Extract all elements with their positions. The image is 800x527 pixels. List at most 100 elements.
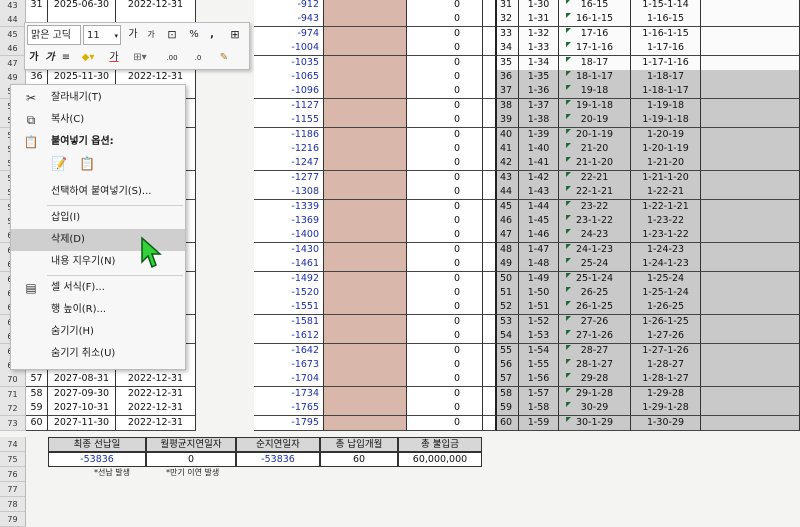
cell-l[interactable]: 1-16-15 xyxy=(631,12,701,28)
cell-l[interactable]: 1-19-1-18 xyxy=(631,113,701,129)
cell-j[interactable]: 1-37 xyxy=(519,98,559,114)
cell-f[interactable] xyxy=(324,401,407,417)
cell-h[interactable] xyxy=(483,142,497,157)
cell-i[interactable]: 43 xyxy=(497,170,519,186)
cell-m[interactable] xyxy=(701,242,800,258)
cell-j[interactable]: 1-49 xyxy=(519,271,559,287)
cell-j[interactable]: 1-31 xyxy=(519,12,559,28)
cell-h[interactable] xyxy=(483,214,497,229)
cell-m[interactable] xyxy=(701,343,800,359)
cell-m[interactable] xyxy=(701,415,800,431)
cell-l[interactable]: 1-23-1-22 xyxy=(631,228,701,244)
cell-g[interactable]: 0 xyxy=(407,415,483,431)
cell-b[interactable]: 2025-06-30 xyxy=(48,0,116,13)
cell-g[interactable]: 0 xyxy=(407,343,483,359)
cell-h[interactable] xyxy=(483,386,497,402)
summary-value[interactable]: -53836 xyxy=(236,452,320,467)
cell-g[interactable]: 0 xyxy=(407,55,483,71)
cell-e[interactable]: -1551 xyxy=(254,300,324,316)
cell-j[interactable]: 1-55 xyxy=(519,358,559,373)
cell-h[interactable] xyxy=(483,257,497,273)
cell-e[interactable]: -1369 xyxy=(254,214,324,229)
row-number[interactable]: 72 xyxy=(0,401,26,417)
fill-color-icon[interactable]: ◆▾ xyxy=(77,48,99,68)
row-number[interactable]: 75 xyxy=(0,452,26,467)
cell-j[interactable]: 1-53 xyxy=(519,329,559,345)
cell-m[interactable] xyxy=(701,113,800,129)
cell-f[interactable] xyxy=(324,358,407,373)
cell-i[interactable]: 54 xyxy=(497,329,519,345)
cell-j[interactable]: 1-42 xyxy=(519,170,559,186)
cell-b[interactable]: 2027-11-30 xyxy=(48,415,116,431)
cell-i[interactable]: 57 xyxy=(497,372,519,388)
cell-l[interactable]: 1-26-1-25 xyxy=(631,314,701,330)
cell-f[interactable] xyxy=(324,98,407,114)
cell-g[interactable]: 0 xyxy=(407,127,483,143)
cell-i[interactable]: 49 xyxy=(497,257,519,273)
cell-m[interactable] xyxy=(701,271,800,287)
row-number[interactable]: 70 xyxy=(0,372,26,388)
cell-g[interactable]: 0 xyxy=(407,300,483,316)
cell-g[interactable]: 0 xyxy=(407,156,483,172)
cell-j[interactable]: 1-33 xyxy=(519,41,559,57)
cell-m[interactable] xyxy=(701,358,800,373)
cell-e[interactable]: -1704 xyxy=(254,372,324,388)
cell-e[interactable]: -1520 xyxy=(254,286,324,301)
cell-f[interactable] xyxy=(324,142,407,157)
cell-i[interactable]: 58 xyxy=(497,386,519,402)
cell-j[interactable]: 1-44 xyxy=(519,199,559,215)
cell-h[interactable] xyxy=(483,300,497,316)
cell-i[interactable]: 56 xyxy=(497,358,519,373)
cell-j[interactable]: 1-59 xyxy=(519,415,559,431)
cell-e[interactable]: -1400 xyxy=(254,228,324,244)
summary-value[interactable]: -53836 xyxy=(48,452,146,467)
cell-c[interactable]: 2022-12-31 xyxy=(116,401,196,417)
cell-l[interactable]: 1-17-16 xyxy=(631,41,701,57)
cell-f[interactable] xyxy=(324,314,407,330)
cell-f[interactable] xyxy=(324,41,407,57)
cell-e[interactable]: -1642 xyxy=(254,343,324,359)
cell-e[interactable]: -1004 xyxy=(254,41,324,57)
cell-i[interactable]: 41 xyxy=(497,142,519,157)
cell-g[interactable]: 0 xyxy=(407,98,483,114)
cell-f[interactable] xyxy=(324,70,407,85)
menu-item-copy[interactable]: ⧉ 복사(C) xyxy=(11,109,185,131)
cell-m[interactable] xyxy=(701,55,800,71)
menu-item-row-height[interactable]: 행 높이(R)... xyxy=(11,299,185,321)
cell-j[interactable]: 1-32 xyxy=(519,26,559,42)
cell-l[interactable]: 1-18-1-17 xyxy=(631,84,701,100)
cell-c[interactable]: 2022-12-31 xyxy=(116,0,196,13)
cell-e[interactable]: -1612 xyxy=(254,329,324,345)
cell-f[interactable] xyxy=(324,343,407,359)
cell-l[interactable]: 1-22-21 xyxy=(631,185,701,201)
cell-j[interactable]: 1-40 xyxy=(519,142,559,157)
cell-f[interactable] xyxy=(324,199,407,215)
cell-g[interactable]: 0 xyxy=(407,41,483,57)
cell-f[interactable] xyxy=(324,0,407,13)
cell-e[interactable]: -1308 xyxy=(254,185,324,201)
cell-f[interactable] xyxy=(324,170,407,186)
align-button[interactable]: ≡ xyxy=(59,48,73,68)
cell-g[interactable]: 0 xyxy=(407,0,483,13)
cell-l[interactable]: 1-16-1-15 xyxy=(631,26,701,42)
cell-e[interactable]: -1096 xyxy=(254,84,324,100)
cell-i[interactable]: 59 xyxy=(497,401,519,417)
cell-e[interactable]: -1734 xyxy=(254,386,324,402)
cell-j[interactable]: 1-50 xyxy=(519,286,559,301)
cell-f[interactable] xyxy=(324,214,407,229)
cell-h[interactable] xyxy=(483,242,497,258)
cell-j[interactable]: 1-54 xyxy=(519,343,559,359)
cell-g[interactable]: 0 xyxy=(407,185,483,201)
cell-l[interactable]: 1-19-18 xyxy=(631,98,701,114)
cell-f[interactable] xyxy=(324,386,407,402)
cell-m[interactable] xyxy=(701,214,800,229)
cell-l[interactable]: 1-28-27 xyxy=(631,358,701,373)
cell-j[interactable]: 1-46 xyxy=(519,228,559,244)
cell-a[interactable]: 60 xyxy=(26,415,48,431)
cell-e[interactable]: -943 xyxy=(254,12,324,28)
cell-h[interactable] xyxy=(483,286,497,301)
cell-e[interactable]: -1581 xyxy=(254,314,324,330)
cell-f[interactable] xyxy=(324,113,407,129)
cell-h[interactable] xyxy=(483,41,497,57)
cell-i[interactable]: 60 xyxy=(497,415,519,431)
